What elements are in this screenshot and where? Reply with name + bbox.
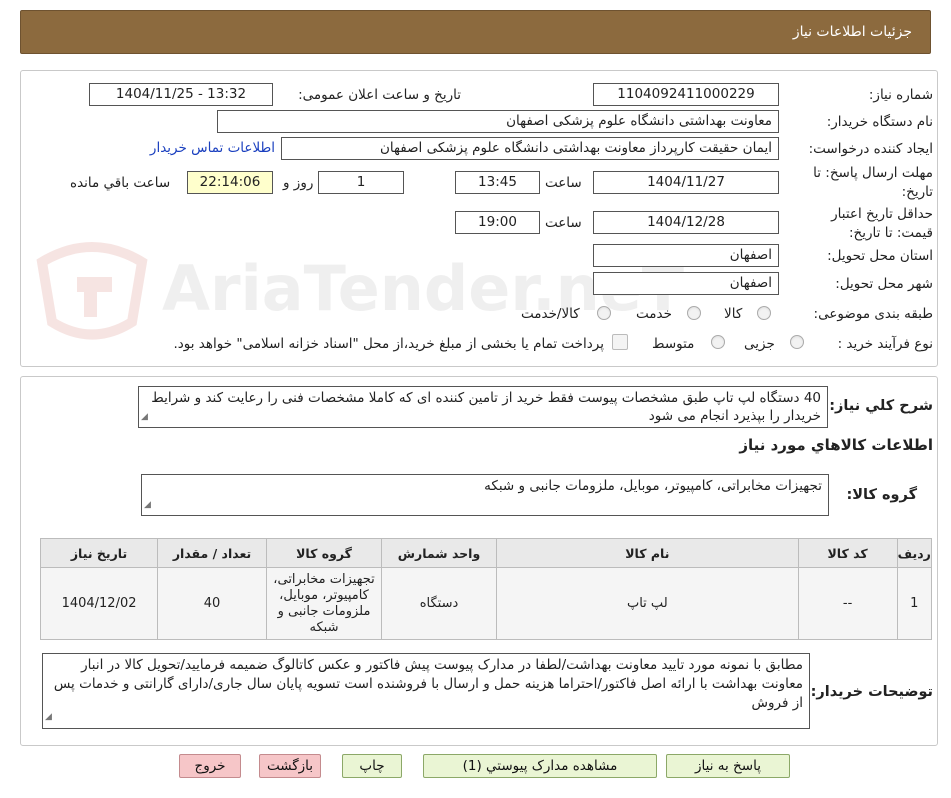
process-radio-medium[interactable]	[711, 335, 725, 349]
category-radio-goods[interactable]	[757, 306, 771, 320]
reply-deadline-label-line1: مهلت ارسال پاسخ: تا	[813, 165, 933, 181]
buyer-org-label: نام دستگاه خریدار:	[826, 114, 933, 130]
resize-grip-icon: ◢	[141, 412, 148, 422]
cell-item-name: لپ تاپ	[496, 567, 799, 640]
table-row: 1 -- لپ تاپ دستگاه تجهیزات مخابراتی، کام…	[39, 567, 932, 640]
buyer-contact-link[interactable]: اطلاعات تماس خریدار	[150, 140, 275, 156]
page-title: جزئیات اطلاعات نیاز	[792, 24, 912, 40]
cell-need-date: 1404/12/02	[39, 567, 159, 640]
reply-time-label: ساعت	[545, 175, 582, 191]
resize-grip-icon: ◢	[45, 712, 52, 722]
buyer-notes-text: مطابق با نمونه مورد تایید معاونت بهداشت/…	[53, 657, 803, 711]
back-button[interactable]: بازگشت	[259, 754, 321, 778]
category-goods-service-label: کالا/خدمت	[521, 306, 580, 322]
days-and-label: روز و	[283, 175, 314, 191]
announce-datetime-field: 1404/11/25 - 13:32	[89, 83, 273, 106]
goods-group-label: گروه کالا:	[846, 487, 917, 503]
buyer-org-field: معاونت بهداشتی دانشگاه علوم پزشکی اصفهان	[217, 110, 779, 133]
process-radio-minor[interactable]	[790, 335, 804, 349]
col-need-date: تاریخ نیاز	[39, 538, 159, 568]
category-radio-service[interactable]	[687, 306, 701, 320]
general-desc-textarea[interactable]: 40 دستگاه لپ تاپ طبق مشخصات پیوست فقط خر…	[138, 386, 828, 428]
need-number-field: 1104092411000229	[593, 83, 779, 106]
process-medium-label: متوسط	[652, 336, 695, 352]
buyer-notes-textarea[interactable]: مطابق با نمونه مورد تایید معاونت بهداشت/…	[42, 653, 810, 729]
cell-unit: دستگاه	[381, 567, 498, 640]
remaining-time-field: 22:14:06	[187, 171, 273, 194]
category-radio-goods-service[interactable]	[597, 306, 611, 320]
exit-button[interactable]: خروج	[179, 754, 241, 778]
process-label: نوع فرآیند خرید :	[837, 336, 933, 352]
validity-time-label: ساعت	[545, 215, 582, 231]
goods-group-text: تجهیزات مخابراتی، کامپیوتر، موبایل، ملزو…	[484, 478, 822, 494]
requester-label: ایجاد کننده درخواست:	[808, 141, 933, 157]
view-attachments-button[interactable]: مشاهده مدارک پیوستي (1)	[423, 754, 657, 778]
city-label: شهر محل تحویل:	[835, 276, 933, 292]
print-button[interactable]: چاپ	[342, 754, 402, 778]
watermark: AriaTender.neT	[22, 222, 684, 352]
city-field: اصفهان	[593, 272, 779, 295]
cell-goods-group: تجهیزات مخابراتی، کامپیوتر، موبایل، ملزو…	[266, 567, 383, 640]
min-validity-label-line2: قیمت: تا تاریخ:	[849, 225, 933, 241]
payment-note: پرداخت تمام یا بخشی از مبلغ خرید،از محل …	[173, 336, 604, 352]
reply-deadline-label-line2: تاریخ:	[901, 184, 933, 200]
min-validity-label: حداقل تاریخ اعتبار قیمت: تا تاریخ:	[831, 205, 933, 243]
category-goods-label: کالا	[724, 306, 743, 322]
cell-row-number: 1	[896, 567, 932, 640]
col-quantity: تعداد / مقدار	[157, 538, 268, 568]
cell-quantity: 40	[157, 567, 268, 640]
validity-time-field: 19:00	[455, 211, 540, 234]
col-unit: واحد شمارش	[381, 538, 498, 568]
process-minor-label: جزیی	[744, 336, 775, 352]
col-row-number: ردیف	[896, 538, 932, 568]
category-label: طبقه بندی موضوعی:	[813, 306, 933, 322]
reply-time-field: 13:45	[455, 171, 540, 194]
col-item-name: نام کالا	[496, 538, 799, 568]
announce-datetime-label: تاریخ و ساعت اعلان عمومی:	[298, 87, 461, 103]
province-label: استان محل تحویل:	[827, 248, 933, 264]
reply-date-field: 1404/11/27	[593, 171, 779, 194]
days-remaining-field: 1	[318, 171, 404, 194]
requester-field: ایمان حقیقت کارپرداز معاونت بهداشتی دانش…	[281, 137, 779, 160]
treasury-checkbox[interactable]	[612, 334, 628, 350]
remaining-label: ساعت باقي مانده	[70, 175, 171, 191]
general-desc-text: 40 دستگاه لپ تاپ طبق مشخصات پیوست فقط خر…	[151, 390, 821, 424]
category-service-label: خدمت	[636, 306, 672, 322]
page-header: جزئیات اطلاعات نیاز	[20, 10, 931, 54]
validity-date-field: 1404/12/28	[593, 211, 779, 234]
col-item-code: کد کالا	[797, 538, 898, 568]
cell-item-code: --	[797, 567, 898, 640]
goods-group-textarea[interactable]: تجهیزات مخابراتی، کامپیوتر، موبایل، ملزو…	[141, 474, 829, 516]
need-number-label: شماره نیاز:	[868, 87, 933, 103]
province-field: اصفهان	[593, 244, 779, 267]
buyer-notes-label: توضیحات خریدار:	[810, 684, 933, 700]
reply-deadline-label: مهلت ارسال پاسخ: تا تاریخ:	[813, 164, 933, 202]
goods-table: ردیف کد کالا نام کالا واحد شمارش گروه کا…	[39, 538, 932, 640]
general-desc-label: شرح کلي نياز:	[829, 398, 933, 414]
resize-grip-icon: ◢	[144, 500, 151, 510]
min-validity-label-line1: حداقل تاریخ اعتبار	[831, 206, 933, 222]
goods-info-heading: اطلاعات کالاهاي مورد نياز	[739, 436, 933, 454]
reply-button[interactable]: پاسخ به نیاز	[666, 754, 790, 778]
col-goods-group: گروه کالا	[266, 538, 383, 568]
table-header-row: ردیف کد کالا نام کالا واحد شمارش گروه کا…	[39, 538, 932, 568]
